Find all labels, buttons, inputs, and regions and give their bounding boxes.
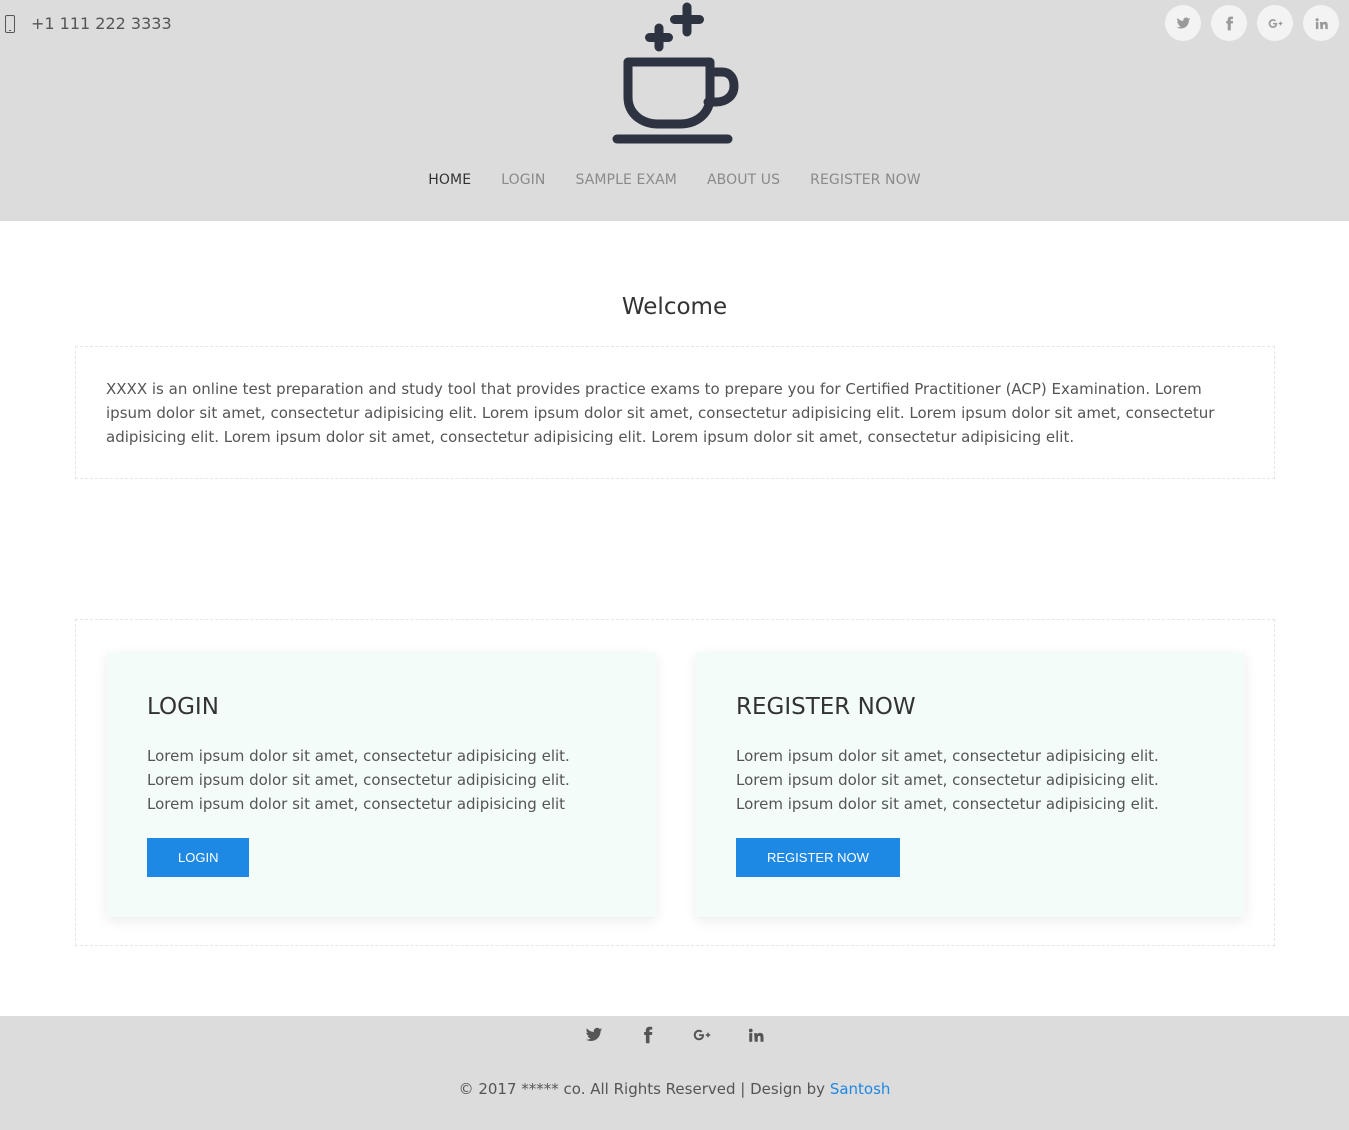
nav-sample-exam[interactable]: SAMPLE EXAM (575, 172, 677, 188)
register-card-text: Lorem ipsum dolor sit amet, consectetur … (736, 747, 1159, 813)
site-footer: © 2017 ***** co. All Rights Reserved | D… (0, 1016, 1349, 1130)
designer-link[interactable]: Santosh (830, 1080, 891, 1098)
login-button[interactable]: LOGIN (147, 838, 250, 877)
phone-contact: +1 111 222 3333 (5, 14, 172, 33)
copyright: © 2017 ***** co. All Rights Reserved | D… (0, 1080, 1349, 1098)
login-card: LOGIN Lorem ipsum dolor sit amet, consec… (107, 652, 656, 917)
facebook-icon (643, 1026, 652, 1044)
register-card: REGISTER NOW Lorem ipsum dolor sit amet,… (696, 652, 1245, 917)
mobile-phone-icon (5, 14, 15, 33)
login-card-title: LOGIN (147, 694, 219, 720)
welcome-box: XXXX is an online test preparation and s… (75, 346, 1275, 479)
header-social-links (1165, 5, 1339, 41)
site-header: +1 111 222 3333 HOME LOGIN SAMPLE EXAM A… (0, 0, 1349, 221)
facebook-icon (1225, 16, 1233, 30)
phone-number: +1 111 222 3333 (31, 14, 172, 33)
copyright-text: © 2017 ***** co. All Rights Reserved | D… (458, 1080, 830, 1098)
linkedin-icon (1315, 17, 1328, 29)
footer-google-plus-link[interactable] (693, 1026, 711, 1048)
nav-about-us[interactable]: ABOUT US (707, 172, 780, 188)
nav-login[interactable]: LOGIN (501, 172, 545, 188)
twitter-link[interactable] (1165, 5, 1201, 41)
action-cards: LOGIN Lorem ipsum dolor sit amet, consec… (75, 619, 1275, 946)
footer-social-links (0, 1026, 1349, 1048)
facebook-link[interactable] (1211, 5, 1247, 41)
linkedin-link[interactable] (1303, 5, 1339, 41)
register-card-title: REGISTER NOW (736, 694, 916, 720)
google-plus-icon (693, 1029, 710, 1041)
nav-register-now[interactable]: REGISTER NOW (810, 172, 921, 188)
main-nav: HOME LOGIN SAMPLE EXAM ABOUT US REGISTER… (0, 172, 1349, 188)
nav-home[interactable]: HOME (428, 172, 471, 188)
coffee-cup-logo-icon[interactable] (610, 2, 740, 147)
footer-facebook-link[interactable] (639, 1026, 657, 1048)
welcome-text: XXXX is an online test preparation and s… (106, 380, 1215, 446)
register-button[interactable]: REGISTER NOW (736, 838, 900, 877)
twitter-icon (585, 1027, 602, 1042)
twitter-icon (1176, 17, 1190, 29)
linkedin-icon (748, 1028, 763, 1042)
footer-twitter-link[interactable] (585, 1026, 603, 1048)
welcome-title: Welcome (621, 294, 728, 320)
footer-linkedin-link[interactable] (747, 1026, 765, 1048)
google-plus-link[interactable] (1257, 5, 1293, 41)
google-plus-icon (1268, 18, 1282, 28)
login-card-text: Lorem ipsum dolor sit amet, consectetur … (147, 747, 570, 813)
